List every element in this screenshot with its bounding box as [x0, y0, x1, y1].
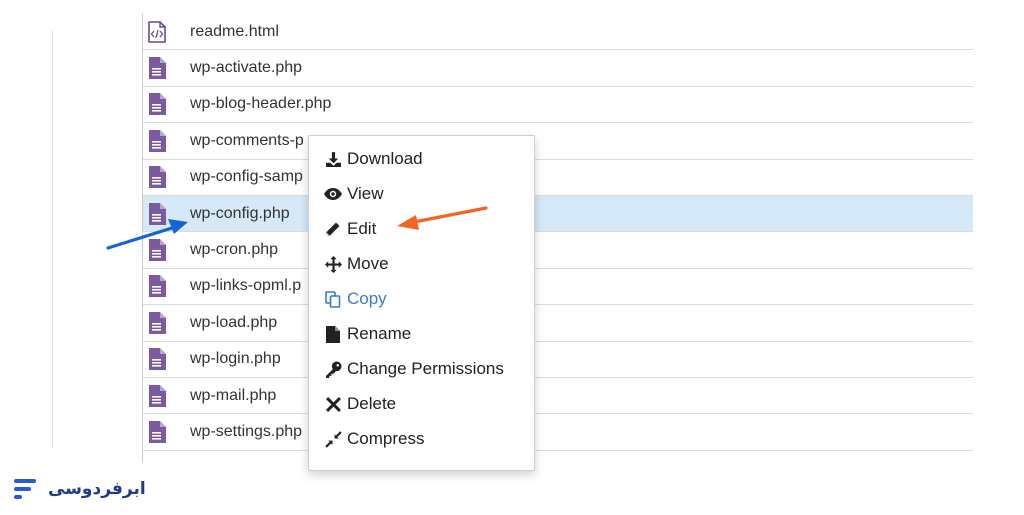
- file-name: readme.html: [190, 22, 279, 40]
- file-name: wp-config.php: [190, 204, 290, 222]
- file-row[interactable]: wp-settings.php: [143, 414, 973, 451]
- menu-item-view[interactable]: View: [323, 181, 384, 207]
- panel-left-rule: [52, 30, 53, 448]
- key-icon: [323, 359, 343, 379]
- menu-item-edit[interactable]: Edit: [323, 216, 376, 242]
- php-file-icon: [149, 93, 166, 116]
- php-file-icon: [149, 311, 166, 334]
- php-file-icon: [149, 57, 166, 80]
- file-row[interactable]: wp-blog-header.php: [143, 87, 973, 124]
- file-name: wp-config-samp: [190, 168, 303, 186]
- php-file-icon: [149, 166, 166, 189]
- file-name: wp-load.php: [190, 313, 278, 331]
- file-row[interactable]: wp-login.php: [143, 342, 973, 378]
- file-row[interactable]: wp-activate.php: [143, 50, 973, 87]
- file-row[interactable]: wp-cron.php: [143, 232, 973, 269]
- php-file-icon: [149, 275, 166, 298]
- file-icon: [323, 324, 343, 344]
- menu-item-label: Change Permissions: [347, 359, 504, 378]
- menu-item-label: Compress: [347, 429, 425, 448]
- file-row[interactable]: wp-comments-p: [143, 123, 973, 160]
- menu-item-label: Move: [347, 254, 389, 273]
- php-file-icon: [149, 348, 166, 371]
- file-row[interactable]: wp-config-samp: [143, 160, 973, 196]
- file-name: wp-mail.php: [190, 386, 277, 404]
- menu-item-move[interactable]: Move: [323, 251, 389, 277]
- php-file-icon: [149, 384, 166, 407]
- context-menu: Download View Edit Move Copy Rename Chan…: [308, 135, 535, 471]
- file-name: wp-blog-header.php: [190, 95, 332, 113]
- menu-item-delete[interactable]: Delete: [323, 391, 396, 417]
- html-file-icon: [148, 20, 166, 43]
- php-file-icon: [149, 202, 166, 225]
- menu-item-change-permissions[interactable]: Change Permissions: [323, 356, 504, 382]
- file-name: wp-login.php: [190, 350, 281, 368]
- file-row-selected[interactable]: wp-config.php: [143, 195, 973, 233]
- compress-icon: [323, 429, 343, 449]
- eye-icon: [323, 184, 343, 204]
- menu-item-label: Rename: [347, 324, 412, 343]
- menu-item-download[interactable]: Download: [323, 146, 423, 172]
- file-row[interactable]: wp-mail.php: [143, 378, 973, 415]
- menu-item-rename[interactable]: Rename: [323, 321, 411, 347]
- file-name: wp-activate.php: [190, 59, 303, 77]
- brand-name: ابرفردوسی: [48, 479, 146, 499]
- menu-item-compress[interactable]: Compress: [323, 426, 424, 452]
- brand-mark-icon: [14, 479, 36, 499]
- file-name: wp-cron.php: [190, 241, 279, 259]
- menu-item-label: Delete: [347, 394, 397, 413]
- menu-item-label: Edit: [347, 219, 377, 238]
- file-row[interactable]: readme.html: [143, 14, 973, 51]
- menu-item-label: Download: [347, 149, 423, 168]
- download-icon: [323, 149, 343, 169]
- file-name: wp-comments-p: [190, 131, 304, 149]
- php-file-icon: [149, 129, 166, 152]
- file-list: readme.html wp-activate.php wp-blog-head…: [142, 14, 973, 462]
- file-name: wp-links-opml.p: [190, 277, 302, 295]
- menu-item-copy[interactable]: Copy: [323, 286, 387, 312]
- php-file-icon: [149, 420, 166, 443]
- file-row[interactable]: wp-load.php: [143, 305, 973, 342]
- file-row[interactable]: wp-links-opml.p: [143, 269, 973, 306]
- move-arrows-icon: [323, 254, 343, 274]
- menu-item-label: View: [347, 184, 384, 203]
- copy-icon: [323, 289, 343, 309]
- x-icon: [323, 394, 343, 414]
- menu-item-label: Copy: [347, 289, 387, 308]
- php-file-icon: [149, 239, 166, 262]
- pencil-icon: [323, 219, 343, 239]
- file-name: wp-settings.php: [190, 422, 303, 440]
- brand-logo: ابرفردوسی: [12, 474, 146, 504]
